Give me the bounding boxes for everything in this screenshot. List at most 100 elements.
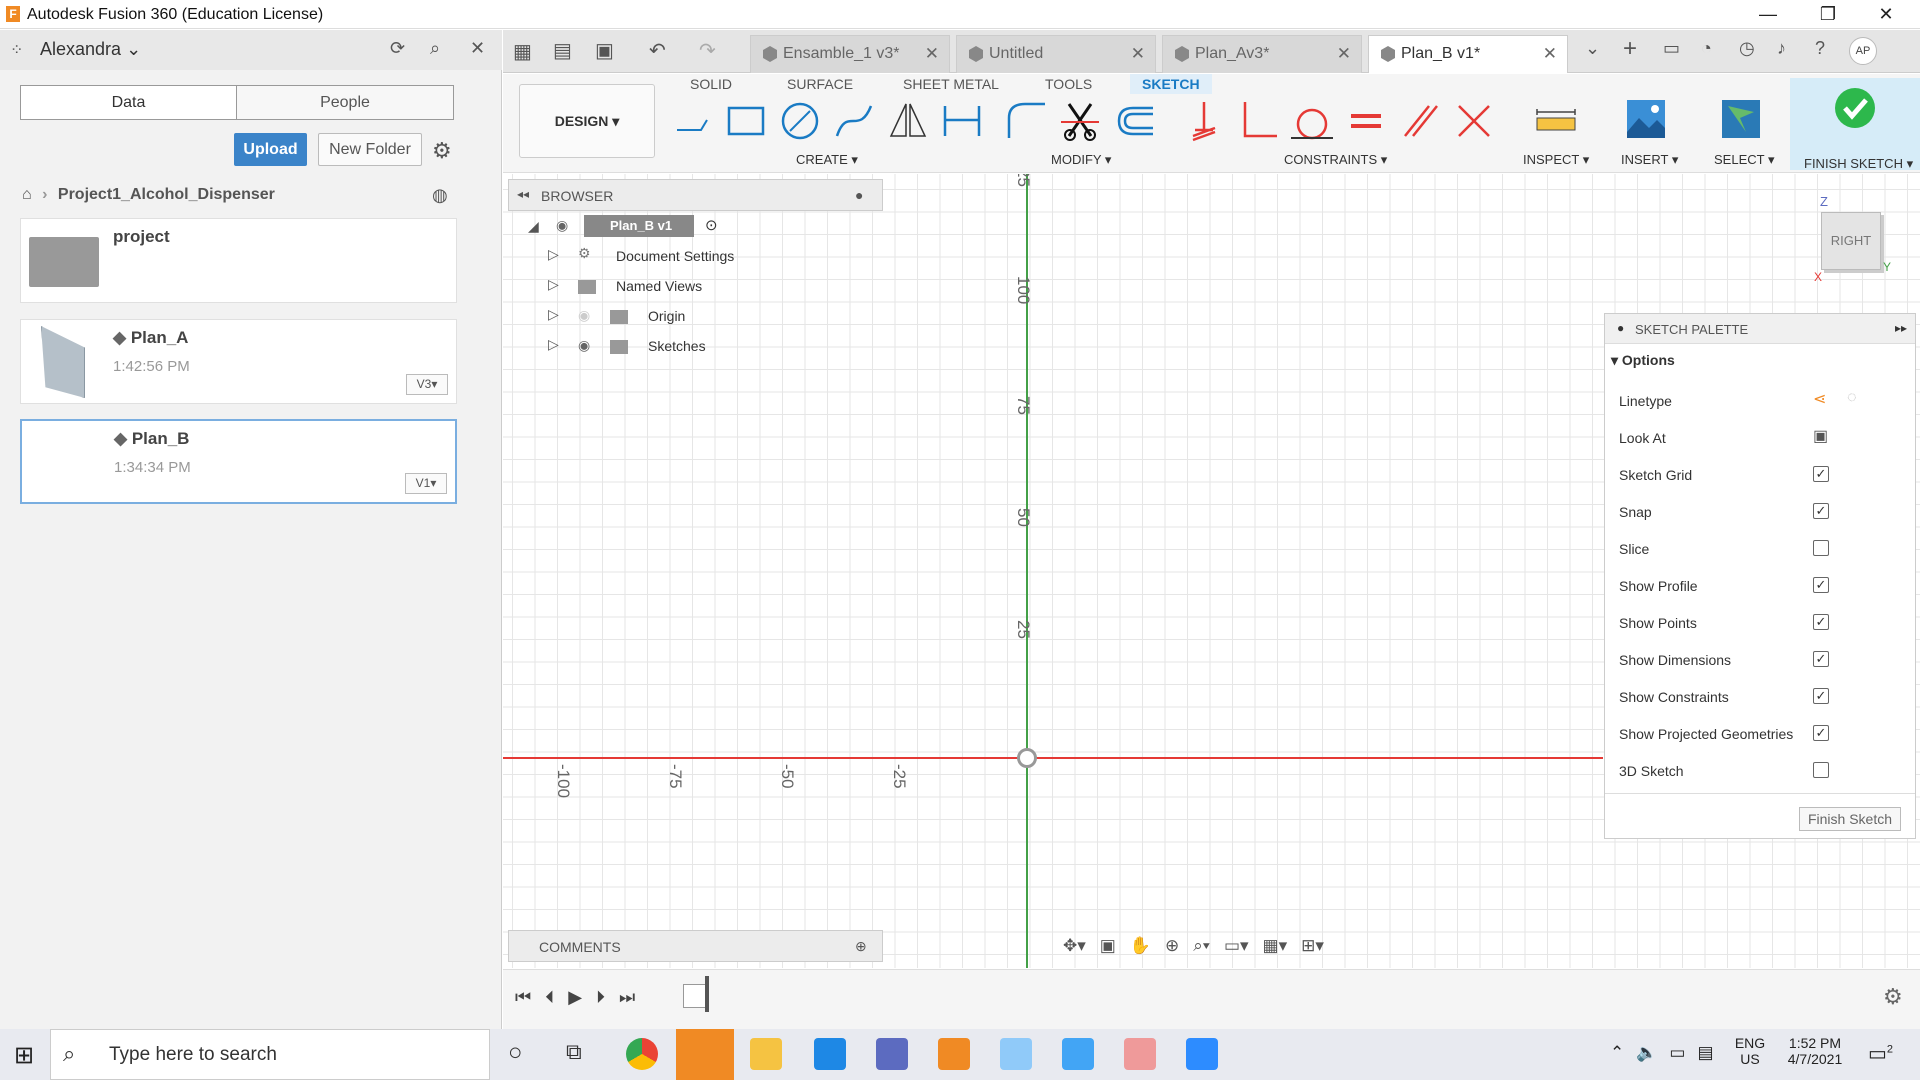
inspect-menu[interactable]: INSPECT ▾: [1523, 152, 1589, 168]
collapse-browser-icon[interactable]: ◂◂: [517, 187, 529, 201]
chevron-up-icon[interactable]: ⌃: [1610, 1043, 1624, 1063]
line-icon[interactable]: [671, 100, 713, 142]
file-explorer-icon[interactable]: [750, 1038, 782, 1070]
viewports-icon[interactable]: ⊞▾: [1301, 936, 1324, 962]
tab-data[interactable]: Data: [20, 85, 237, 120]
refresh-icon[interactable]: ⟳: [390, 38, 405, 59]
fillet-icon[interactable]: [1005, 100, 1047, 142]
slice-checkbox[interactable]: [1813, 540, 1829, 556]
expand-icon[interactable]: ▷: [548, 276, 559, 293]
viewcube[interactable]: RIGHT: [1821, 212, 1881, 270]
network-icon[interactable]: ▤: [1697, 1043, 1713, 1063]
add-comment-icon[interactable]: ⊕: [855, 938, 867, 955]
save-icon[interactable]: ▣: [595, 38, 614, 63]
redo-icon[interactable]: ↷: [699, 38, 716, 63]
go-to-end-icon[interactable]: ⏭: [619, 987, 635, 1008]
show-constraints-checkbox[interactable]: ✓: [1813, 688, 1829, 704]
trim-icon[interactable]: [1059, 100, 1101, 142]
version-badge[interactable]: V1▾: [405, 473, 447, 494]
chat-icon[interactable]: ▭: [1663, 38, 1680, 59]
snipping-tool-icon[interactable]: [1124, 1038, 1156, 1070]
grid-settings-icon[interactable]: ▦▾: [1263, 936, 1288, 962]
collapse-triangle-icon[interactable]: ◢: [528, 218, 539, 235]
tab-sheet-metal[interactable]: SHEET METAL: [903, 76, 999, 96]
finish-sketch-menu[interactable]: FINISH SKETCH ▾: [1804, 156, 1920, 172]
timeline-marker[interactable]: [705, 976, 709, 1012]
check-icon[interactable]: [1833, 86, 1877, 130]
close-panel-icon[interactable]: ✕: [470, 38, 485, 59]
browser-root[interactable]: ◢ ◉ Plan_B v1 ⊙: [528, 212, 728, 242]
eye-hidden-icon[interactable]: ◉: [578, 307, 590, 324]
display-settings-icon[interactable]: ▭▾: [1224, 936, 1249, 962]
show-points-checkbox[interactable]: ✓: [1813, 614, 1829, 630]
construction-line-icon[interactable]: ⋖: [1813, 389, 1826, 409]
job-status-icon[interactable]: ◔: [1701, 38, 1712, 59]
user-menu[interactable]: Alexandra ⌄: [40, 39, 141, 60]
apps-grid-icon[interactable]: ▦: [513, 39, 532, 64]
minimize-icon[interactable]: —: [1740, 0, 1796, 29]
browser-node[interactable]: ▷ Named Views: [548, 272, 748, 302]
list-item-plan-b[interactable]: ◆ Plan_B 1:34:34 PM V1▾: [20, 419, 457, 504]
go-to-start-icon[interactable]: ⏮: [515, 987, 531, 1008]
tab-solid[interactable]: SOLID: [690, 76, 732, 96]
origin-point[interactable]: [1017, 748, 1037, 768]
create-menu[interactable]: CREATE ▾: [796, 152, 858, 168]
cortana-icon[interactable]: ○: [508, 1039, 523, 1067]
browser-node[interactable]: ▷ ◉ Sketches: [548, 332, 748, 362]
centerline-icon[interactable]: ◌: [1847, 389, 1857, 407]
expand-icon[interactable]: ▷: [548, 306, 559, 323]
orbit-icon[interactable]: ✥▾: [1063, 936, 1086, 962]
tab-tools[interactable]: TOOLS: [1045, 76, 1092, 96]
step-back-icon[interactable]: ⏴: [545, 987, 554, 1008]
insert-image-icon[interactable]: [1625, 98, 1667, 140]
new-folder-button[interactable]: New Folder: [318, 133, 422, 166]
circle-icon[interactable]: [779, 100, 821, 142]
photos-icon[interactable]: [1062, 1038, 1094, 1070]
insert-menu[interactable]: INSERT ▾: [1621, 152, 1678, 168]
windows-start-icon[interactable]: ⊞: [14, 1041, 34, 1070]
chrome-icon[interactable]: [626, 1038, 658, 1070]
close-tab-icon[interactable]: ✕: [1543, 44, 1557, 64]
look-at-icon[interactable]: ▣: [1100, 936, 1116, 962]
eye-icon[interactable]: ◉: [578, 337, 590, 354]
offset-icon[interactable]: [1113, 100, 1155, 142]
step-forward-icon[interactable]: ⏵: [596, 987, 605, 1008]
workspace-selector[interactable]: DESIGN ▾: [519, 84, 655, 158]
timeline-settings-gear-icon[interactable]: ⚙: [1883, 984, 1903, 1010]
finish-sketch-button[interactable]: Finish Sketch: [1799, 807, 1901, 831]
parallel-icon[interactable]: [1399, 100, 1441, 142]
movies-icon[interactable]: [814, 1038, 846, 1070]
show-dimensions-checkbox[interactable]: ✓: [1813, 651, 1829, 667]
measure-icon[interactable]: [1535, 100, 1577, 142]
constraints-menu[interactable]: CONSTRAINTS ▾: [1284, 152, 1387, 168]
close-icon[interactable]: ✕: [1858, 0, 1914, 29]
tab-people[interactable]: People: [236, 85, 454, 120]
settings-gear-icon[interactable]: ⚙: [432, 138, 452, 164]
app-icon[interactable]: [1000, 1038, 1032, 1070]
look-at-icon[interactable]: ▣: [1813, 426, 1828, 446]
tab-surface[interactable]: SURFACE: [787, 76, 853, 96]
zoom-window-icon[interactable]: ⌕▾: [1193, 936, 1210, 962]
activate-icon[interactable]: ⊙: [705, 216, 718, 234]
tab-plan-a[interactable]: Plan_Av3* ✕: [1162, 35, 1362, 73]
select-icon[interactable]: [1720, 98, 1762, 140]
sticky-notes-icon[interactable]: [676, 1029, 734, 1080]
globe-icon[interactable]: ◍: [432, 185, 448, 206]
tab-plan-b[interactable]: Plan_B v1* ✕: [1368, 35, 1568, 73]
tab-untitled[interactable]: Untitled ✕: [956, 35, 1156, 73]
timeline-sketch-icon[interactable]: [683, 984, 707, 1008]
avatar[interactable]: AP: [1849, 37, 1877, 65]
search-icon[interactable]: ⌕: [430, 38, 440, 59]
rectangle-icon[interactable]: [725, 100, 767, 142]
modify-menu[interactable]: MODIFY ▾: [1051, 152, 1111, 168]
fusion-taskbar-icon[interactable]: [938, 1038, 970, 1070]
language-indicator[interactable]: ENG US: [1734, 1035, 1766, 1067]
perpendicular-icon[interactable]: [1237, 100, 1279, 142]
select-menu[interactable]: SELECT ▾: [1714, 152, 1774, 168]
palette-options-icon[interactable]: ●: [1617, 321, 1624, 335]
spline-icon[interactable]: [833, 100, 875, 142]
browser-node[interactable]: ▷ ⚙ Document Settings: [548, 242, 748, 272]
speaker-icon[interactable]: 🔈: [1636, 1043, 1657, 1063]
notifications-icon[interactable]: ▭2: [1868, 1041, 1893, 1066]
finish-sketch-area[interactable]: FINISH SKETCH ▾: [1790, 78, 1920, 172]
